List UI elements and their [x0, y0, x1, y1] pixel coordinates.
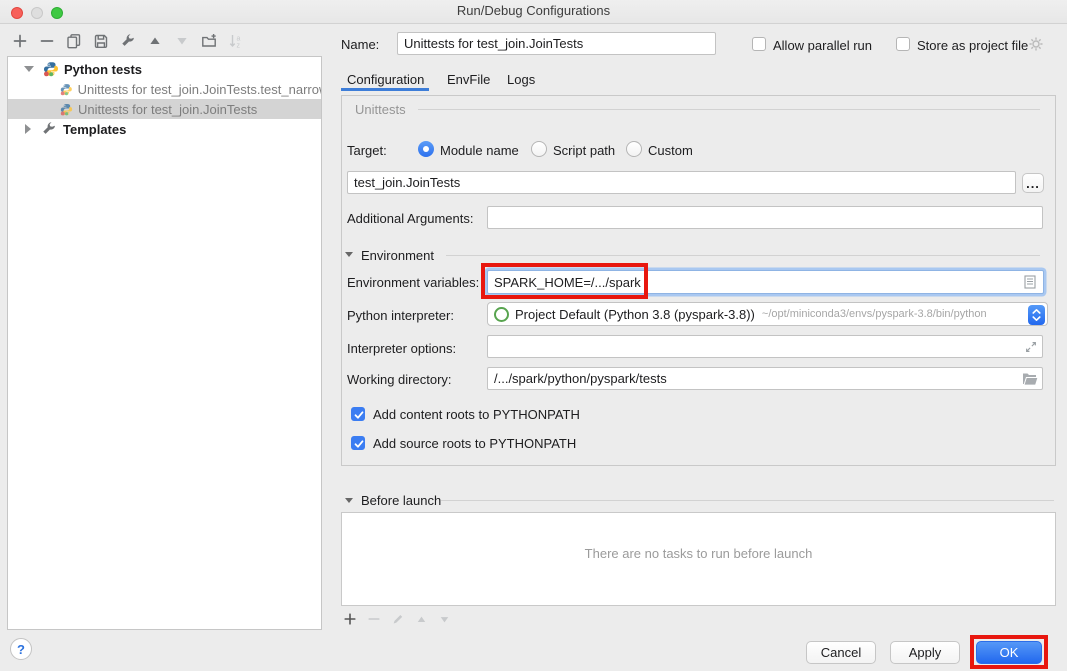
title-bar: Run/Debug Configurations: [0, 0, 1067, 24]
remove-configuration-icon[interactable]: [39, 33, 55, 49]
add-content-roots-label: Add content roots to PYTHONPATH: [373, 407, 580, 422]
env-vars-editor-icon[interactable]: [1024, 275, 1036, 289]
allow-parallel-run-checkbox[interactable]: [752, 37, 766, 51]
section-divider: [446, 255, 1040, 256]
save-configuration-icon[interactable]: [93, 33, 109, 49]
configurations-toolbar: az: [12, 31, 244, 51]
add-source-roots-checkbox[interactable]: [351, 436, 365, 450]
tree-item-unittest-narrow[interactable]: Unittests for test_join.JoinTests.test_n…: [8, 79, 321, 99]
tree-item-label: Python tests: [64, 62, 142, 77]
radio-custom[interactable]: [626, 141, 642, 157]
window-title: Run/Debug Configurations: [0, 0, 1067, 22]
active-tab-underline: [341, 88, 429, 91]
interpreter-options-label: Interpreter options:: [347, 341, 456, 356]
additional-arguments-input[interactable]: [487, 206, 1043, 229]
expand-collapse-icon[interactable]: [25, 124, 31, 134]
unittests-group-label: Unittests: [355, 102, 406, 117]
help-button[interactable]: ?: [10, 638, 32, 660]
name-label: Name:: [341, 37, 379, 52]
tab-logs[interactable]: Logs: [507, 72, 535, 87]
python-test-icon: [60, 83, 73, 96]
expand-field-icon[interactable]: [1024, 340, 1038, 354]
move-down-icon[interactable]: [174, 33, 190, 49]
move-up-icon[interactable]: [147, 33, 163, 49]
name-input[interactable]: [397, 32, 716, 55]
tab-configuration[interactable]: Configuration: [347, 72, 424, 87]
working-directory-label: Working directory:: [347, 372, 452, 387]
browse-module-button[interactable]: ...: [1022, 173, 1044, 193]
add-task-icon[interactable]: [343, 612, 357, 626]
python-interpreter-label: Python interpreter:: [347, 308, 454, 323]
python-tests-icon: [43, 61, 59, 77]
tree-item-unittest-jointests-selected[interactable]: Unittests for test_join.JoinTests: [8, 99, 321, 119]
remove-task-icon[interactable]: [367, 612, 381, 626]
templates-wrench-icon: [41, 121, 57, 137]
add-content-roots-checkbox[interactable]: [351, 407, 365, 421]
radio-module-name[interactable]: [418, 141, 434, 157]
allow-parallel-run-label: Allow parallel run: [773, 38, 872, 53]
before-launch-task-list[interactable]: There are no tasks to run before launch: [341, 512, 1056, 606]
dropdown-spinner[interactable]: [1028, 305, 1045, 325]
tree-item-label: Templates: [63, 122, 126, 137]
store-as-project-file-checkbox[interactable]: [896, 37, 910, 51]
working-directory-input[interactable]: [487, 367, 1043, 390]
before-launch-collapse-icon[interactable]: [345, 498, 353, 503]
before-launch-toolbar: [343, 612, 451, 626]
before-launch-section-label: Before launch: [361, 493, 441, 508]
radio-custom-label: Custom: [648, 143, 693, 158]
ok-button[interactable]: OK: [976, 641, 1042, 664]
tree-item-templates[interactable]: Templates: [8, 119, 321, 139]
environment-collapse-icon[interactable]: [345, 252, 353, 257]
add-configuration-icon[interactable]: [12, 33, 28, 49]
environment-variables-input[interactable]: [487, 270, 1044, 294]
store-as-project-file-label: Store as project file: [917, 38, 1028, 53]
python-interpreter-dropdown[interactable]: Project Default (Python 3.8 (pyspark-3.8…: [487, 302, 1048, 326]
module-name-input[interactable]: [347, 171, 1016, 194]
expand-collapse-icon[interactable]: [24, 66, 34, 72]
conda-env-icon: [494, 307, 509, 322]
cancel-button[interactable]: Cancel: [806, 641, 876, 664]
edit-task-icon[interactable]: [391, 612, 405, 626]
additional-arguments-label: Additional Arguments:: [347, 211, 473, 226]
radio-module-name-label: Module name: [440, 143, 519, 158]
python-test-icon: [60, 103, 73, 116]
store-options-gear-icon[interactable]: [1028, 36, 1044, 52]
svg-text:a: a: [237, 36, 241, 43]
new-folder-icon[interactable]: [201, 33, 217, 49]
python-interpreter-path: ~/opt/miniconda3/envs/pyspark-3.8/bin/py…: [762, 308, 987, 320]
move-task-down-icon[interactable]: [438, 613, 451, 626]
browse-folder-icon[interactable]: [1022, 372, 1038, 386]
svg-text:z: z: [237, 43, 241, 50]
before-launch-empty-text: There are no tasks to run before launch: [342, 546, 1055, 561]
tab-envfile[interactable]: EnvFile: [447, 72, 490, 87]
tree-item-label: Unittests for test_join.JoinTests.test_n…: [78, 82, 321, 97]
environment-variables-label: Environment variables:: [347, 275, 479, 290]
section-divider: [441, 500, 1054, 501]
move-task-up-icon[interactable]: [415, 613, 428, 626]
radio-script-path-label: Script path: [553, 143, 615, 158]
interpreter-options-input[interactable]: [487, 335, 1043, 358]
radio-script-path[interactable]: [531, 141, 547, 157]
edit-templates-icon[interactable]: [120, 33, 136, 49]
sort-alphabetically-icon[interactable]: az: [228, 33, 244, 49]
python-interpreter-value: Project Default (Python 3.8 (pyspark-3.8…: [515, 307, 755, 322]
group-divider: [418, 109, 1040, 110]
tree-item-python-tests[interactable]: Python tests: [8, 59, 321, 79]
copy-configuration-icon[interactable]: [66, 33, 82, 49]
configurations-tree: Python tests Unittests for test_join.Joi…: [7, 56, 322, 630]
environment-section-label: Environment: [361, 248, 434, 263]
apply-button[interactable]: Apply: [890, 641, 960, 664]
tree-item-label: Unittests for test_join.JoinTests: [78, 102, 257, 117]
target-label: Target:: [347, 143, 387, 158]
add-source-roots-label: Add source roots to PYTHONPATH: [373, 436, 576, 451]
